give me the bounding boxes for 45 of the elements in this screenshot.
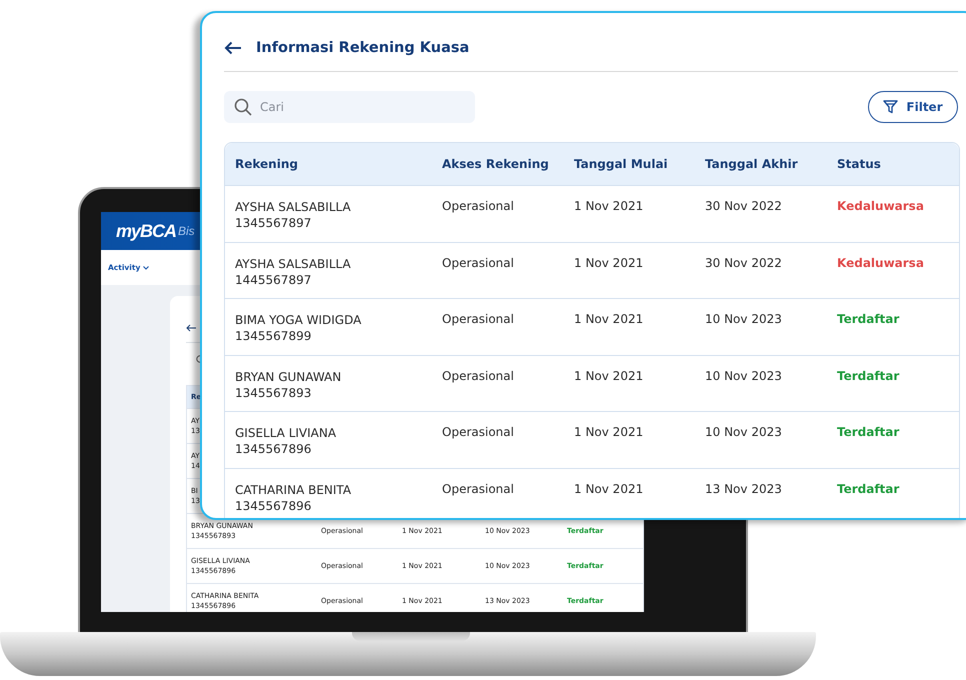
brand-logo: myBCA [116,220,176,242]
search-icon [234,98,252,116]
back-arrow-icon[interactable] [186,324,196,332]
column-header: Akses Rekening [441,157,550,171]
table-cell-text: 1 Nov 2021 [573,256,644,272]
account-cell-text: CATHARINA BENITA 1345567896 [234,482,352,514]
status-text: Kedaluwarsa [836,256,925,272]
table-cell-text: 1 Nov 2021 [573,482,644,498]
back-arrow-icon[interactable] [224,41,242,55]
table-cell-text: Operasional [441,312,515,328]
account-cell-text: AYSHA SALSABILLA 1345567897 [234,199,352,232]
table-cell-text: Operasional [441,199,515,215]
status-text: Terdaftar [836,425,900,441]
filter-icon [883,100,898,114]
account-cell-text: GISELLA LIVIANA 1345567896 [234,425,338,458]
column-header: Tanggal Mulai [573,157,669,171]
account-cell-text: AYSHA SALSABILLA 1445567897 [234,256,352,288]
table-cell-text: 1 Nov 2021 [573,425,644,441]
table-cell-text: 1 Nov 2021 [573,199,644,215]
table-cell-text: Operasional [441,256,515,272]
filter-button[interactable]: Filter [868,91,958,123]
table-cell-text: Operasional [441,368,515,384]
table-cell-text: 30 Nov 2022 [704,199,783,215]
column-header: Rekening [234,157,299,171]
status-text: Terdaftar [836,482,900,498]
column-header: Status [836,157,882,171]
page-title: Informasi Rekening Kuasa [256,40,470,56]
table-cell-text: 13 Nov 2023 [704,482,783,498]
status-text: Terdaftar [836,312,900,328]
table-cell-text: 30 Nov 2022 [704,256,783,272]
brand-suffix: Bis [178,224,195,238]
table-cell-text: 10 Nov 2023 [704,312,783,328]
account-cell-text: BRYAN GUNAWAN 1345567893 [234,368,342,402]
status-text: Terdaftar [836,368,900,384]
table-cell-text: Operasional [441,425,515,441]
account-cell-text: BIMA YOGA WIDIGDA 1345567899 [234,312,362,345]
table-cell-text: 10 Nov 2023 [704,425,783,441]
table-cell-text: 1 Nov 2021 [573,312,644,328]
status-text: Kedaluwarsa [836,199,925,215]
column-header: Tanggal Akhir [704,157,799,171]
table-cell-text: 1 Nov 2021 [573,368,644,384]
search-field[interactable]: Cari [224,91,475,123]
chevron-down-icon [143,266,150,270]
table-cell-text: Operasional [441,482,515,498]
table-cell-text: 10 Nov 2023 [704,368,783,384]
